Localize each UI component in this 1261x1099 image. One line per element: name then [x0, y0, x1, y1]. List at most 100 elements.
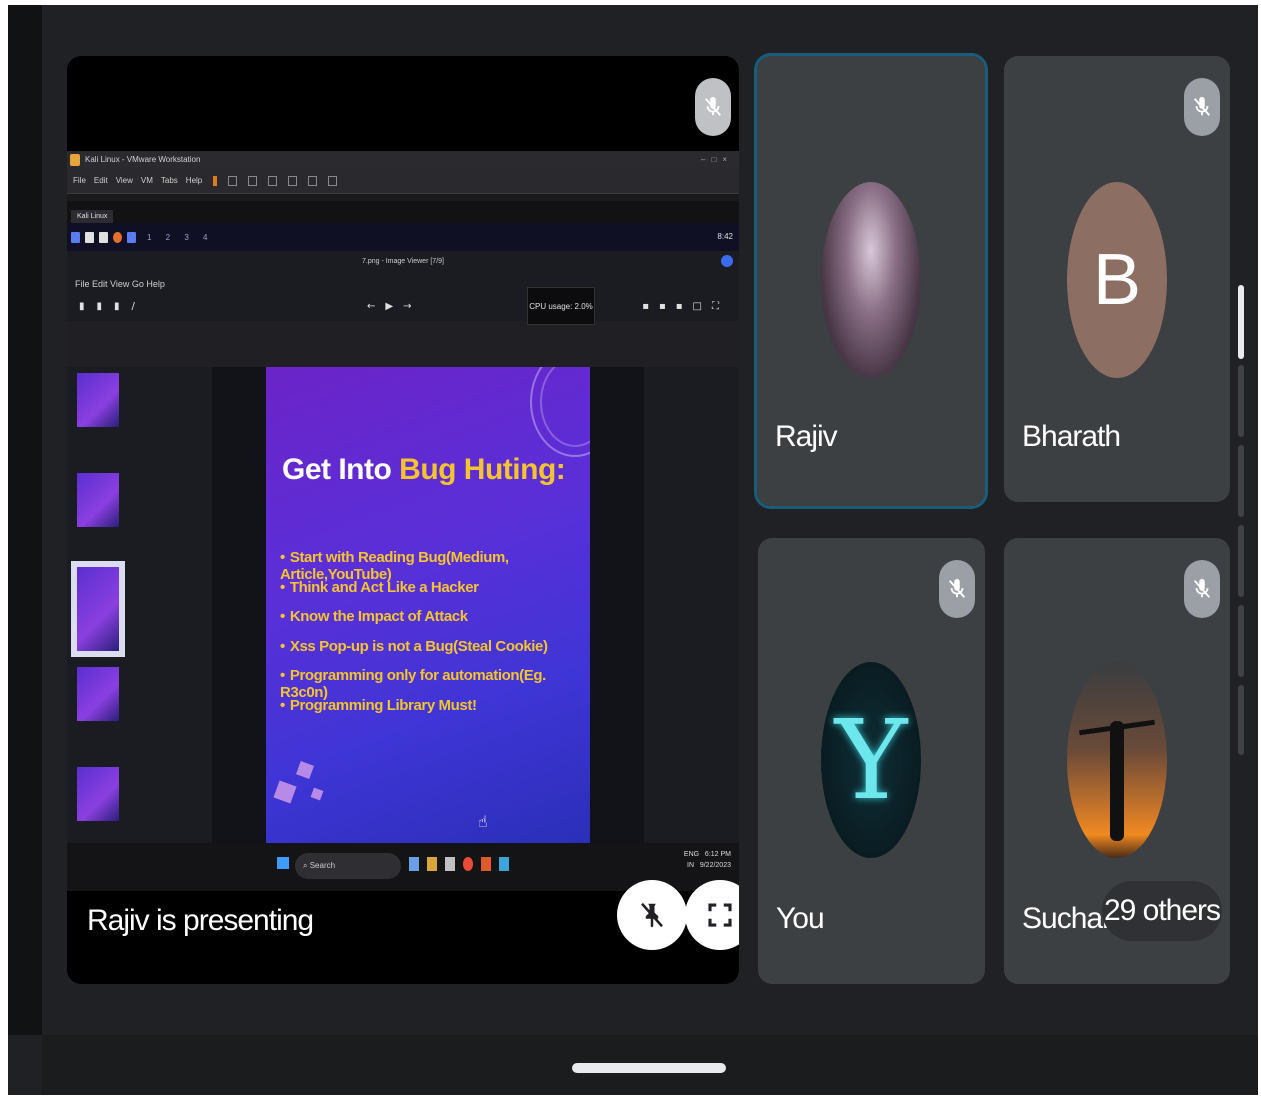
vm-menu-vm: VM: [140, 176, 153, 185]
slide-title: Get Into Bug Huting:: [282, 453, 566, 487]
avatar: B: [1067, 182, 1167, 378]
avatar: Y: [821, 662, 921, 858]
slide-canvas: Get Into Bug Huting: Start with Reading …: [212, 367, 644, 843]
taskbar-search: ⌕ Search: [295, 853, 401, 879]
hand-cursor-icon: ☝: [478, 812, 488, 831]
decor-cubes: [272, 753, 332, 813]
shared-screen: Kali Linux - VMware Workstation –□× File…: [67, 151, 739, 891]
cpu-usage-tooltip: CPU usage: 2.0%: [527, 287, 595, 325]
fullscreen-icon: [708, 903, 732, 927]
slide-thumbnail: [77, 667, 119, 721]
image-viewer-menubar: File Edit View Go Help: [67, 273, 739, 295]
slide-title-plain: Get Into: [282, 453, 400, 486]
vm-tab-strip: Kali Linux: [67, 201, 739, 223]
slide-title-highlight: Bug Huting:: [399, 453, 566, 486]
scroll-thumb[interactable]: [1238, 285, 1244, 359]
system-tray: ENG 6:12 PM IN 9/22/2023: [684, 849, 731, 871]
scroll-segment: [1238, 605, 1244, 677]
vm-menu-file: File: [73, 176, 86, 185]
decor-cube: [310, 787, 324, 801]
participant-tile-sucharit[interactable]: Sucharit 29 others: [1004, 538, 1230, 984]
vm-menu-help: Help: [185, 176, 203, 185]
toolbar-icon: [328, 176, 338, 186]
vm-titlebar: Kali Linux - VMware Workstation –□×: [67, 151, 739, 169]
taskbar-apps: [409, 857, 509, 871]
vm-menubar: File Edit View VM Tabs Help: [67, 169, 739, 193]
chrome-icon: [463, 857, 473, 871]
participant-tile-bharath[interactable]: B Bharath: [1004, 56, 1230, 502]
firefox-icon: [113, 231, 122, 243]
fullscreen-button[interactable]: [685, 880, 739, 950]
windows-start-icon: [277, 857, 289, 869]
slide-bullet: Know the Impact of Attack: [280, 608, 590, 638]
close-icon: [721, 255, 733, 267]
vmware-icon: [70, 154, 80, 166]
vm-menu-view: View: [115, 176, 133, 185]
vm-divider: [67, 193, 739, 201]
presenting-label: Rajiv is presenting: [87, 904, 314, 937]
slide-bullet: Programming only for automation(Eg. R3c0…: [280, 667, 590, 701]
presenter-tile[interactable]: Kali Linux - VMware Workstation –□× File…: [67, 56, 739, 984]
image-viewer-title: 7.png - Image Viewer [7/9]: [362, 258, 444, 265]
brave-icon: [481, 857, 491, 871]
slide-bullet: Programming Library Must!: [280, 697, 590, 727]
taskbar-search-label: Search: [309, 861, 336, 870]
scroll-segment: [1238, 525, 1244, 597]
participant-tile-rajiv[interactable]: Rajiv: [754, 53, 988, 509]
folder-icon: [427, 857, 437, 871]
image-viewer-toolbar: ▮▮▮/ ←▶→ ▪▪▪□⛶: [67, 295, 739, 321]
file-actions-icon: ▮▮▮/: [79, 301, 147, 312]
tray-date: 9/22/2023: [699, 862, 731, 869]
scroll-segment: [1238, 685, 1244, 755]
decor-cube: [273, 780, 297, 804]
left-edge: [8, 5, 42, 1035]
decor-cube: [296, 761, 314, 779]
scroll-segment: [1238, 365, 1244, 437]
slide-bullet: Start with Reading Bug(Medium, Article,Y…: [280, 549, 590, 583]
silhouette: [1110, 720, 1124, 841]
slide-thumbnail: [77, 767, 119, 821]
toolbar-icon: [228, 176, 238, 186]
navigation-arrows-icon: ←▶→: [367, 301, 422, 312]
slide-thumbnail: [71, 561, 125, 657]
participant-tile-you[interactable]: Y You: [758, 538, 985, 984]
app-icon: [409, 857, 419, 871]
pause-icon: [213, 176, 218, 186]
avatar: [821, 182, 921, 378]
app-icon: [127, 231, 136, 243]
vm-window-title: Kali Linux - VMware Workstation: [85, 155, 201, 164]
slide-bullet-list: Start with Reading Bug(Medium, Article,Y…: [280, 549, 590, 726]
toolbar-icon: [248, 176, 258, 186]
workspace-switcher: 1 2 3 4: [147, 232, 214, 242]
toolbar-icon: [288, 176, 298, 186]
pin-off-icon: [641, 902, 663, 928]
scroll-segment: [1238, 445, 1244, 517]
image-viewer-titlebar: 7.png - Image Viewer [7/9]: [67, 251, 739, 273]
mic-off-icon: [939, 560, 975, 618]
image-viewer-body: Get Into Bug Huting: Start with Reading …: [67, 367, 739, 843]
toolbar-icon: [308, 176, 318, 186]
tray-region: IN: [687, 862, 694, 869]
slide-bullet: Think and Act Like a Hacker: [280, 579, 590, 609]
home-indicator[interactable]: [572, 1063, 726, 1073]
mic-off-icon: [1184, 78, 1220, 136]
participant-name: Bharath: [1022, 420, 1121, 453]
app-icon: [445, 857, 455, 871]
slide-thumbnail: [77, 473, 119, 527]
files-icon: [85, 231, 94, 243]
vm-tab: Kali Linux: [71, 210, 114, 223]
thumbnail-strip: [71, 367, 127, 843]
others-count-button[interactable]: 29 others: [1102, 881, 1222, 941]
toolbar-icon: [268, 176, 278, 186]
participant-name: You: [776, 902, 825, 935]
kali-panel: 1 2 3 4 8:42: [67, 223, 739, 251]
panel-clock: 8:42: [717, 232, 733, 241]
terminal-icon: [99, 231, 108, 243]
unpin-button[interactable]: [617, 880, 687, 950]
mic-off-icon: [695, 78, 731, 136]
tray-time: 6:12 PM: [704, 851, 731, 858]
participant-name: Rajiv: [775, 420, 838, 453]
tray-lang: ENG: [683, 851, 700, 858]
view-actions-icon: ▪▪▪□⛶: [642, 301, 729, 312]
presentation-slide: Get Into Bug Huting: Start with Reading …: [266, 367, 590, 843]
